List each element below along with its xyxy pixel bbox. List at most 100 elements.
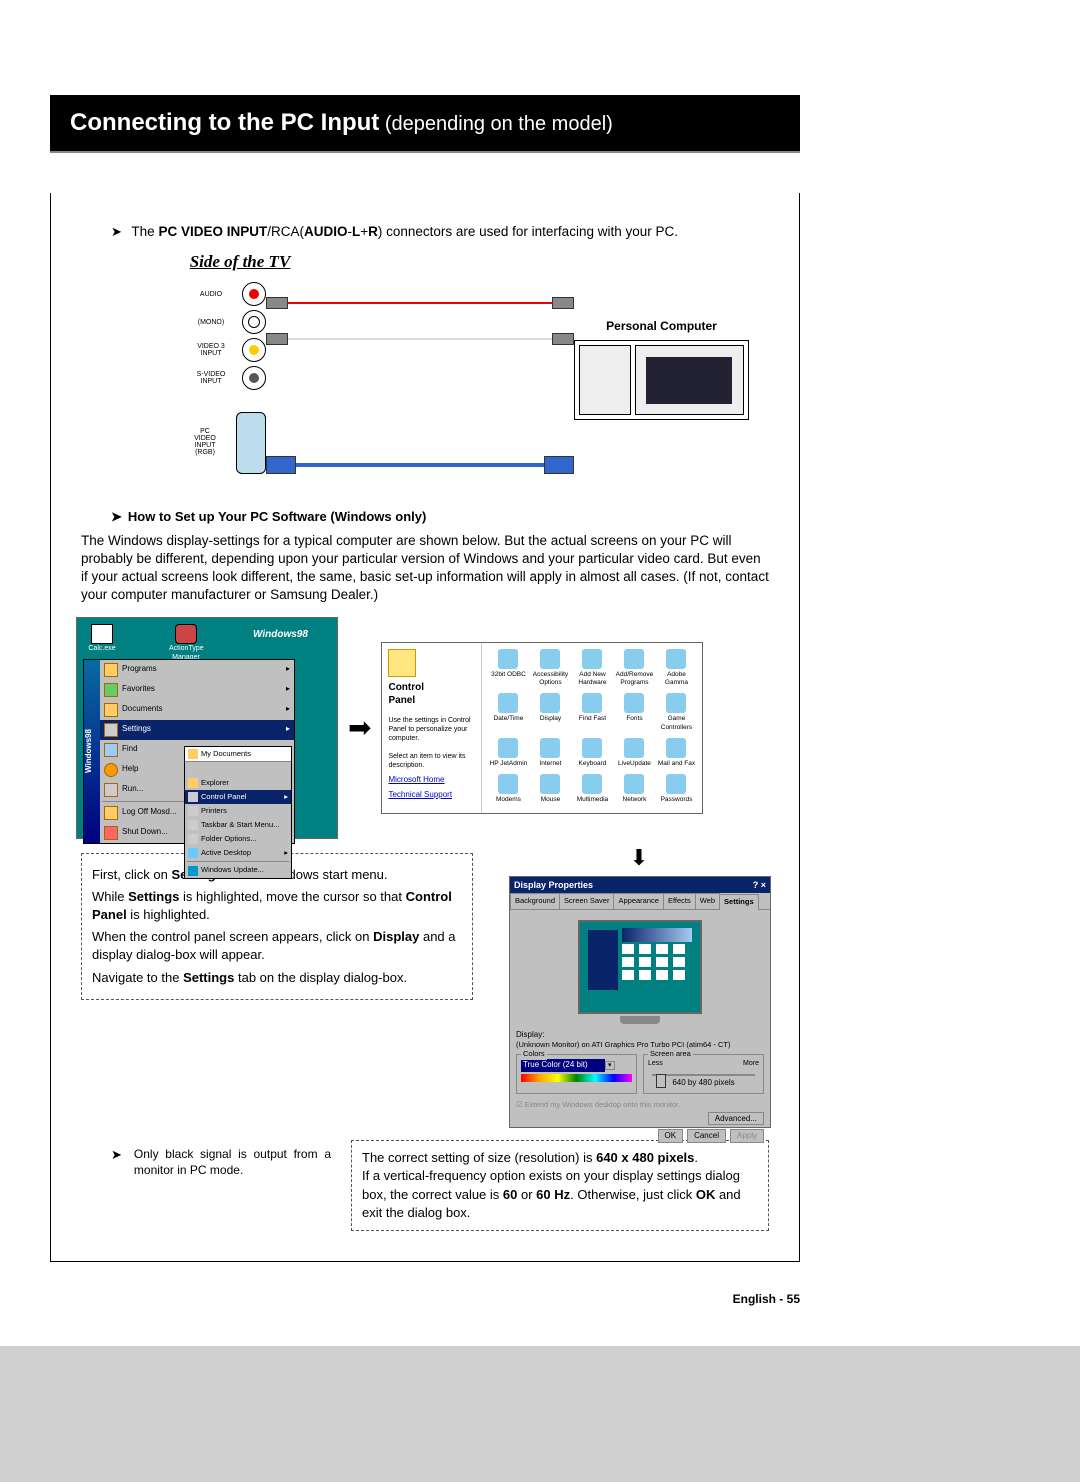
cancel-button: Cancel	[687, 1129, 726, 1144]
tab-effects: Effects	[663, 893, 696, 908]
note-black-signal: Only black signal is output from a monit…	[111, 1146, 331, 1178]
control-panel-folder-icon	[388, 649, 416, 677]
cp-item: Mail and Fax	[656, 738, 696, 770]
vga-port-icon	[236, 412, 266, 474]
start-menu: Windows98 Programs▸ Favorites▸ Documents…	[83, 659, 295, 844]
cable-diagram	[266, 278, 574, 470]
dp-colors-legend: Colors	[521, 1049, 547, 1059]
intro-b4: R	[368, 224, 378, 239]
ok-button: OK	[658, 1129, 684, 1144]
cp-item: Passwords	[656, 774, 696, 806]
sub-folderoptions: Folder Options...	[185, 832, 291, 846]
video3-label: VIDEO 3 INPUT	[186, 343, 236, 357]
intro-b1: PC VIDEO INPUT	[158, 224, 267, 239]
side-of-tv-label: Side of the TV	[0, 251, 769, 274]
intro-mid1: /RCA(	[267, 224, 304, 239]
tv-side-panel: AUDIO (MONO) VIDEO 3 INPUT S-VIDEO INPUT…	[161, 278, 266, 478]
sub-mydocuments: My Documents	[185, 747, 291, 762]
dp-title: Display Properties	[514, 879, 593, 891]
desktop-icon-calc: Calc.exe	[85, 624, 119, 663]
sub-printers: Printers	[185, 804, 291, 818]
slider-less-label: Less	[648, 1059, 663, 1068]
audio-l-port-icon	[242, 310, 266, 334]
dp-colors-select: True Color (24 bit)	[521, 1059, 605, 1072]
gradient-bar-icon	[521, 1074, 632, 1082]
cp-item: Display	[530, 693, 570, 734]
video3-port-icon	[242, 338, 266, 362]
dp-resolution: 640 by 480 pixels	[648, 1078, 759, 1089]
cp-item: LiveUpdate	[614, 738, 654, 770]
cp-item: Add/Remove Programs	[614, 649, 654, 690]
cp-item: Accessibility Options	[530, 649, 570, 690]
dp-checkbox: ☑ Extend my Windows desktop onto this mo…	[516, 1100, 764, 1110]
dp-screen-legend: Screen area	[648, 1049, 693, 1059]
intro-b2: AUDIO	[304, 224, 348, 239]
win98-start-menu-screenshot: Calc.exe ActionType Manager Windows98 Ex…	[76, 617, 338, 839]
tab-screensaver: Screen Saver	[559, 893, 614, 908]
control-panel-screenshot: Control Panel Use the settings in Contro…	[381, 642, 703, 814]
cp-item: Internet	[530, 738, 570, 770]
intro-line: The PC VIDEO INPUT/RCA(AUDIO-L+R) connec…	[111, 223, 769, 241]
advanced-button: Advanced...	[708, 1112, 764, 1125]
dp-colors-field: Colors True Color (24 bit)▾	[516, 1054, 637, 1093]
sub-control-panel: Control Panel▸	[185, 790, 291, 804]
note-left-text: Only black signal is output from a monit…	[134, 1146, 331, 1178]
slider-more-label: More	[743, 1059, 759, 1068]
content-frame: The PC VIDEO INPUT/RCA(AUDIO-L+R) connec…	[50, 193, 800, 1262]
bullet-arrow-icon	[111, 1146, 128, 1178]
tab-settings: Settings	[719, 894, 759, 909]
dp-close-icon: ? ×	[753, 879, 766, 891]
start-menu-sidebar: Windows98	[84, 660, 100, 843]
cp-item: Game Controllers	[656, 693, 696, 734]
tab-background: Background	[510, 893, 560, 908]
tab-web: Web	[695, 893, 720, 908]
start-item-documents: Documents▸	[100, 700, 294, 720]
sub-taskbar: Taskbar & Start Menu...	[185, 818, 291, 832]
cp-item: Keyboard	[572, 738, 612, 770]
cp-title: Control Panel	[388, 681, 475, 708]
intro-mid3: +	[360, 224, 368, 239]
settings-submenu: My Documents Explorer Control Panel▸ Pri…	[184, 746, 292, 879]
pc-label: Personal Computer	[574, 318, 749, 334]
bullet-arrow-icon: How to Set up Your PC Software (Windows …	[111, 508, 426, 526]
cp-item: 32bit ODBC	[488, 649, 528, 690]
sub-activedesktop: Active Desktop▸	[185, 846, 291, 860]
bullet-arrow-icon	[111, 224, 128, 239]
svideo-port-icon	[242, 366, 266, 390]
pc-video-label: PC VIDEO INPUT (RGB)	[180, 428, 230, 456]
page-title-bar: Connecting to the PC Input (depending on…	[50, 95, 800, 153]
start-item-programs: Programs▸	[100, 660, 294, 680]
cp-item: Find Fast	[572, 693, 612, 734]
cp-desc2: Select an item to view its description.	[388, 752, 475, 771]
pc-box: Personal Computer	[574, 278, 749, 420]
connection-diagram: AUDIO (MONO) VIDEO 3 INPUT S-VIDEO INPUT…	[81, 278, 769, 478]
desktop-icon-actiontype: ActionType Manager	[169, 624, 203, 663]
dp-tabs: Background Screen Saver Appearance Effec…	[510, 893, 770, 909]
title-rest: (depending on the model)	[379, 113, 613, 135]
cp-item: Multimedia	[572, 774, 612, 806]
svideo-label: S-VIDEO INPUT	[186, 371, 236, 385]
sub-explorer: Explorer	[185, 776, 291, 790]
section2-body: The Windows display-settings for a typic…	[81, 532, 769, 605]
right-arrow-icon: ➡	[348, 709, 371, 747]
intro-b3: L	[352, 224, 360, 239]
title-bold: Connecting to the PC Input	[70, 109, 379, 136]
apply-button: Apply	[730, 1129, 764, 1144]
cp-item: Date/Time	[488, 693, 528, 734]
intro-pre: The	[131, 224, 158, 239]
display-properties-screenshot: Display Properties ? × Background Screen …	[509, 876, 771, 1128]
dp-screenarea-field: Screen area LessMore 640 by 480 pixels	[643, 1054, 764, 1093]
audio-label: AUDIO	[186, 291, 236, 298]
pc-software-section: How to Set up Your PC Software (Windows …	[81, 508, 769, 1231]
intro-post: ) connectors are used for interfacing wi…	[378, 224, 678, 239]
cp-item: HP JetAdmin	[488, 738, 528, 770]
cp-item: Mouse	[530, 774, 570, 806]
cp-item: Modems	[488, 774, 528, 806]
desktop-icon-win98logo: Windows98	[253, 628, 287, 663]
resolution-instructions-box: The correct setting of size (resolution)…	[351, 1140, 769, 1231]
link-ms-home: Microsoft Home	[388, 775, 475, 786]
audio-r-port-icon	[242, 282, 266, 306]
section2-heading: How to Set up Your PC Software (Windows …	[128, 509, 426, 524]
cp-desc: Use the settings in Control Panel to per…	[388, 716, 475, 744]
start-item-settings: Settings▸	[100, 720, 294, 740]
